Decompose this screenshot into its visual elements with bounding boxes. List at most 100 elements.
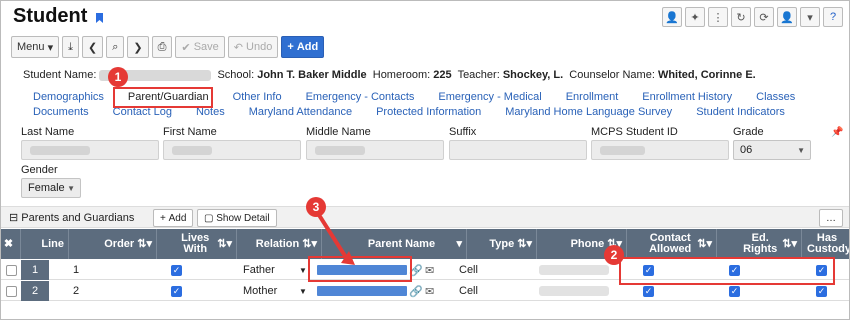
account-icon[interactable]: 👤 xyxy=(777,7,797,27)
col-relation-label: Relation xyxy=(255,237,300,250)
help-icon[interactable]: ? xyxy=(823,7,843,27)
download-button[interactable]: ⤓ xyxy=(62,36,79,58)
pin-icon[interactable]: 📌 xyxy=(831,127,843,138)
homeroom-value: 225 xyxy=(433,69,452,81)
lives-with-checkbox[interactable]: ✓ xyxy=(171,260,182,280)
row-type[interactable]: Cell xyxy=(459,281,478,301)
chevron-down-icon: ▼ xyxy=(67,184,75,193)
link-icon[interactable]: 🔗 xyxy=(409,281,423,301)
tab-documents[interactable]: Documents xyxy=(33,106,89,118)
tab-maryland-home-language-survey[interactable]: Maryland Home Language Survey xyxy=(505,106,672,118)
tab-student-indicators[interactable]: Student Indicators xyxy=(696,106,785,118)
col-lives-with-label: Lives With xyxy=(181,232,210,255)
student-name-label: Student Name: xyxy=(23,69,97,81)
save-label: Save xyxy=(193,41,219,53)
grade-select[interactable]: 06 ▼ xyxy=(733,140,811,160)
highlight-parent-guardian xyxy=(113,87,213,108)
grid-title-label: Parents and Guardians xyxy=(21,212,135,224)
student-info-line: Student Name: School: John T. Baker Midd… xyxy=(23,69,756,81)
check-icon: ✓ xyxy=(816,285,827,297)
row-line: 1 xyxy=(21,260,49,280)
tab-enrollment[interactable]: Enrollment xyxy=(566,91,619,103)
last-name-field[interactable] xyxy=(21,140,159,160)
show-detail-button[interactable]: ▢ Show Detail xyxy=(197,209,277,227)
grid-add-label: Add xyxy=(168,212,187,224)
tab-emergency-contacts[interactable]: Emergency - Contacts xyxy=(306,91,415,103)
tab-other-info[interactable]: Other Info xyxy=(233,91,282,103)
parent-name-redacted[interactable] xyxy=(317,281,407,301)
col-order[interactable]: Order ⇅▾ xyxy=(69,229,157,259)
grade-value: 06 xyxy=(740,144,753,156)
add-label: Add xyxy=(296,41,319,53)
reload-icon[interactable]: ⟳ xyxy=(754,7,774,27)
title-bar: Student 👤 ✦ ⋮ ↻ ⟳ 👤 ▾ ? xyxy=(1,1,849,35)
add-button[interactable]: + Add xyxy=(281,36,325,58)
chevron-down-icon[interactable]: ▼ xyxy=(299,281,307,301)
school-label: School: xyxy=(217,69,255,81)
mcps-id-redacted xyxy=(600,146,645,155)
gender-select[interactable]: Female ▼ xyxy=(21,178,81,198)
save-button[interactable]: ✔ Save xyxy=(175,36,225,58)
print-button[interactable]: ⎙ xyxy=(151,36,173,58)
show-detail-label: Show Detail xyxy=(216,212,270,224)
tab-classes[interactable]: Classes xyxy=(756,91,795,103)
grid-more-button[interactable]: … xyxy=(819,209,843,227)
row-select-checkbox[interactable] xyxy=(6,281,17,301)
row-relation[interactable]: Father xyxy=(243,260,275,280)
undo-button[interactable]: ↶ Undo xyxy=(227,36,279,58)
middle-name-redacted xyxy=(315,146,365,155)
phone-redacted[interactable] xyxy=(539,281,609,301)
tab-enrollment-history[interactable]: Enrollment History xyxy=(642,91,732,103)
bookmark-icon[interactable] xyxy=(96,13,103,23)
grid-add-button[interactable]: + Add xyxy=(153,209,194,227)
col-contact-allowed[interactable]: Contact Allowed ⇅▾ xyxy=(627,229,717,259)
puzzle-icon[interactable]: ✦ xyxy=(685,7,705,27)
grid-title[interactable]: ⊟ Parents and Guardians xyxy=(9,211,134,224)
teacher-value: Shockey, L. xyxy=(502,69,564,81)
col-line[interactable]: Line xyxy=(21,229,69,259)
chevron-down-icon: ▼ xyxy=(797,146,805,155)
tab-maryland-attendance[interactable]: Maryland Attendance xyxy=(249,106,352,118)
check-icon: ✓ xyxy=(729,285,740,297)
tab-emergency-medical[interactable]: Emergency - Medical xyxy=(438,91,541,103)
row-type[interactable]: Cell xyxy=(459,260,478,280)
next-button[interactable]: ❯ xyxy=(127,36,149,58)
phone-bar xyxy=(539,265,609,275)
col-type[interactable]: Type ⇅▾ xyxy=(467,229,537,259)
page-title: Student xyxy=(13,5,88,27)
row-order[interactable]: 1 xyxy=(73,260,79,280)
phone-redacted[interactable] xyxy=(539,260,609,280)
col-parent-name-label: Parent Name xyxy=(367,237,436,250)
menu-label: Menu xyxy=(17,41,45,53)
mail-icon[interactable]: ✉ xyxy=(425,260,434,280)
suffix-field[interactable] xyxy=(449,140,587,160)
search-button[interactable]: ⌕ xyxy=(106,36,125,58)
refresh-icon[interactable]: ↻ xyxy=(731,7,751,27)
annotation-badge-2: 2 xyxy=(604,245,624,265)
tab-protected-information[interactable]: Protected Information xyxy=(376,106,481,118)
middle-name-field[interactable] xyxy=(306,140,444,160)
col-ed-rights[interactable]: Ed. Rights ⇅▾ xyxy=(717,229,802,259)
delete-column-icon[interactable]: ✖ xyxy=(1,229,21,259)
chevron-down-icon[interactable]: ▼ xyxy=(299,260,307,280)
tab-demographics[interactable]: Demographics xyxy=(33,91,104,103)
highlight-permission-columns xyxy=(619,257,835,285)
menu-button[interactable]: Menu ▾ xyxy=(11,36,60,58)
prev-button[interactable]: ❮ xyxy=(81,36,104,58)
first-name-field[interactable] xyxy=(163,140,301,160)
row-order[interactable]: 2 xyxy=(73,281,79,301)
student-window: Student 👤 ✦ ⋮ ↻ ⟳ 👤 ▾ ? Menu ▾ ⤓ ❮ ⌕ ❯ ⎙… xyxy=(0,0,850,320)
school-value: John T. Baker Middle xyxy=(257,69,367,81)
check-icon: ✓ xyxy=(171,285,182,297)
row-select-checkbox[interactable] xyxy=(6,260,17,280)
dropdown-icon[interactable]: ▾ xyxy=(800,7,820,27)
more-icon[interactable]: ⋮ xyxy=(708,7,728,27)
col-lives-with[interactable]: Lives With ⇅▾ xyxy=(157,229,237,259)
mcps-id-field[interactable] xyxy=(591,140,729,160)
lives-with-checkbox[interactable]: ✓ xyxy=(171,281,182,301)
row-relation[interactable]: Mother xyxy=(243,281,277,301)
col-has-custody[interactable]: Has Custody xyxy=(802,229,849,259)
col-relation[interactable]: Relation ⇅▾ xyxy=(237,229,322,259)
user-icon[interactable]: 👤 xyxy=(662,7,682,27)
mail-icon[interactable]: ✉ xyxy=(425,281,434,301)
